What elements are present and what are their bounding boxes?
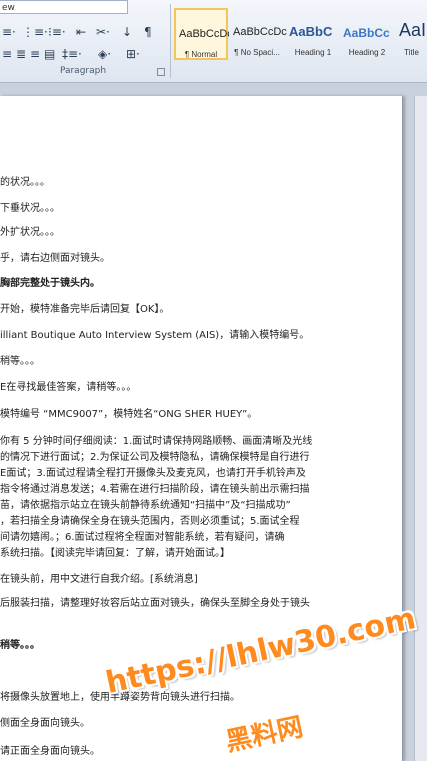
doc-line: 的情况下进行面试；2.为保证公司及模特隐私，请确保模特是自行进行 [0,452,310,463]
style-name: ¶ Normal [184,50,218,59]
doc-line: 苗，请依据指示站立在镜头前静待系统通知“扫描中”及“扫描成功” [0,500,291,511]
justify-icon[interactable]: ▤ [44,46,55,62]
style-name: Heading 1 [294,48,332,57]
doc-line: E面试；3.面试过程请全程打开摄像头及麦克风，也请打开手机铃声及 [0,468,306,479]
style-sample: AaI [399,20,427,40]
shading-icon[interactable]: ◈· [98,46,111,62]
bullets-icon[interactable]: ≡· [2,24,16,40]
view-box[interactable]: ew [0,0,128,14]
doc-line: 指令将通过消息发送；4.若需在进行扫描阶段，请在镜头前出示需扫描 [0,484,310,495]
style-sample: AaBbCc [343,26,390,40]
doc-line: 乎，请右边侧面对镜头。 [0,253,110,264]
paragraph-dialog-launcher-icon[interactable] [157,68,165,76]
style-sample: AaBbCcDc [179,28,229,40]
paragraph-tools: ≡· ⋮≡· ⁝≡· ⇤ ✂· ↓ ¶ ≡ ≣ ≡ ▤ ‡≡· ◈· ⊞· [0,16,170,66]
doc-line: 胸部完整处于镜头内。 [0,278,100,289]
borders-icon[interactable]: ⊞· [126,46,140,62]
doc-line: 下垂状况。。。 [0,203,60,214]
style-heading-2[interactable]: AaBbCc Heading 2 [340,8,394,60]
group-separator [170,4,171,78]
style-no-spacing[interactable]: AaBbCcDc ¶ No Spaci... [230,8,287,60]
style-sample: AaBbC [289,24,333,39]
align-right-icon[interactable]: ≡ [30,46,40,62]
doc-line: ，若扫描全身请确保全身在镜头范围内，否则必须重试；5.面试全程 [0,516,300,527]
doc-line: 在镜头前，用中文进行自我介绍。[系统消息] [0,574,198,585]
style-heading-1[interactable]: AaBbC Heading 1 [286,8,340,60]
doc-line: 侧面全身面向镜头。 [0,718,90,729]
watermark-text: 黑料网 [223,712,306,758]
doc-line: 系统扫描。【阅读完毕请回复：了解，请开始面试。】 [0,548,230,559]
doc-line: 请正面全身面向镜头。 [0,746,100,757]
style-sample: AaBbCcDc [233,26,287,38]
show-marks-icon[interactable]: ¶ [144,24,152,40]
doc-line: 的状况。。。 [0,177,50,188]
align-center-icon[interactable]: ≣ [16,46,26,62]
paragraph-group-label: Paragraph [59,66,107,76]
style-name: Heading 2 [348,48,386,57]
decrease-indent-icon[interactable]: ⇤ [76,24,86,40]
numbering-icon[interactable]: ⋮≡· [22,24,48,40]
doc-line: 间请勿嬉闹。；6.面试过程将全程面对智能系统，若有疑问，请确 [0,532,285,543]
doc-line: 你有 5 分钟时间仔细阅读：1.面试时请保持网路顺畅、画面清晰及光线 [0,436,313,447]
style-name: ¶ No Spaci... [234,48,280,57]
doc-line: illiant Boutique Auto Interview System (… [0,330,310,341]
style-name: Title [404,48,419,57]
doc-line: 稍等。。。 [0,640,40,651]
line-spacing-icon[interactable]: ‡≡· [62,46,82,62]
vertical-scrollbar[interactable] [414,96,427,761]
ribbon: ew ≡· ⋮≡· ⁝≡· ⇤ ✂· ↓ ¶ ≡ ≣ ≡ ▤ ‡≡· ◈· ⊞·… [0,0,427,83]
doc-line: 模特编号 “MMC9007”，模特姓名“ONG SHER HUEY”。 [0,409,258,420]
doc-line: 开始，模特准备完毕后请回复【OK】。 [0,304,170,315]
multilevel-list-icon[interactable]: ⁝≡· [48,24,66,40]
doc-line: 稍等。。。 [0,356,40,367]
increase-indent-icon[interactable]: ✂· [96,24,110,40]
sort-icon[interactable]: ↓ [122,24,132,40]
align-left-icon[interactable]: ≡ [2,46,12,62]
doc-line: 外扩状况。。。 [0,227,60,238]
doc-line: E在寻找最佳答案，请稍等。。。 [0,382,137,393]
style-title[interactable]: AaI Title [396,8,427,60]
watermark: https://lhlw30.com 黑料网 [103,601,419,758]
doc-line: 后服装扫描，请整理好妆容后站立面对镜头，确保头至脚全身处于镜头 [0,598,310,609]
style-normal[interactable]: AaBbCcDc ¶ Normal [174,8,229,60]
